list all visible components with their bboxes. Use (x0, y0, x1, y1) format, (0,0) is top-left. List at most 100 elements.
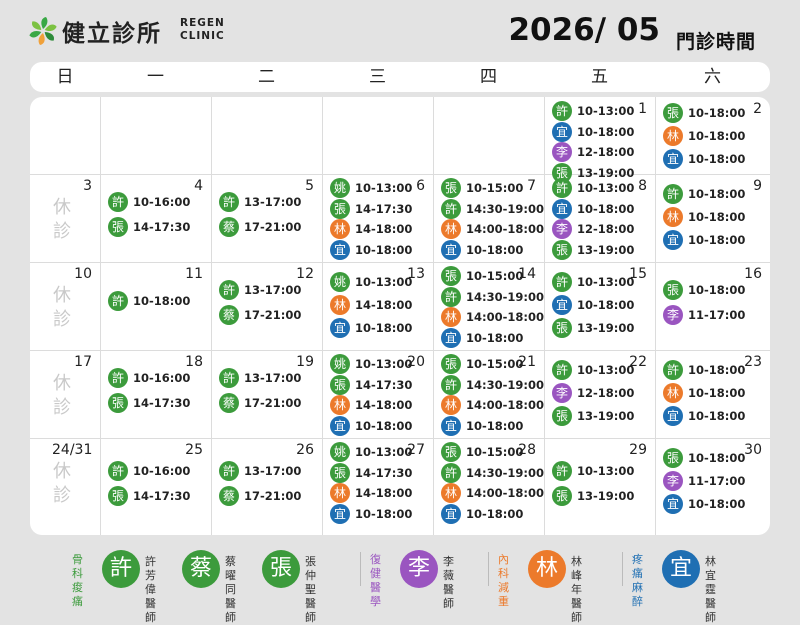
specialty-line: 復健 (370, 553, 381, 580)
grid-divider (30, 438, 770, 439)
clinic-hours: 14-17:30 (355, 377, 413, 392)
rest-label: 休診 (53, 197, 71, 242)
clinic-hours: 10-18:00 (688, 187, 746, 201)
day-number: 25 (185, 442, 203, 458)
doctor-badge: 宜 (330, 503, 350, 524)
day-number: 3 (83, 178, 92, 194)
clinic-hours: 10-15:00 (466, 445, 524, 459)
clinic-hours: 14-17:30 (133, 220, 191, 234)
clinic-logo-icon (29, 17, 57, 45)
clinic-hours: 10-13:00 (577, 181, 635, 195)
clinic-hours: 14-18:00 (355, 486, 413, 500)
doctor-badge-large: 李 (400, 550, 438, 588)
doctor-badge: 林 (441, 395, 461, 415)
clinic-hours: 11-17:00 (688, 474, 746, 488)
doctor-fullname: 許芳偉 (145, 555, 156, 596)
doctor-badge: 許 (219, 280, 239, 300)
doctor-badge: 宜 (663, 494, 683, 514)
doctor-badge: 許 (441, 198, 461, 219)
schedule-title: 門診時間 (676, 31, 757, 53)
clinic-hours: 10-13:00 (355, 181, 413, 195)
clinic-hours: 14:30-19:00 (466, 377, 544, 392)
grid-divider (30, 174, 770, 175)
doctor-badge: 許 (219, 368, 239, 388)
doctor-badge: 宜 (330, 239, 350, 260)
doctor-badge: 宜 (663, 149, 683, 169)
clinic-hours: 10-18:00 (577, 298, 635, 312)
doctor-name: 林宜霆 醫師 (705, 555, 716, 625)
doctor-badge-large: 宜 (662, 550, 700, 588)
doctor-badge: 張 (108, 393, 128, 413)
day-number: 29 (629, 442, 647, 458)
doctor-badge: 張 (663, 280, 683, 300)
doctor-badge: 蔡 (219, 485, 239, 506)
doctor-badge: 張 (552, 406, 572, 426)
doctor-badge-large: 張 (262, 550, 300, 588)
clinic-english-line2: CLINIC (180, 30, 225, 42)
doctor-title: 醫師 (705, 597, 716, 624)
clinic-english-line1: REGEN (180, 17, 225, 29)
weekday-label: 日 (56, 67, 74, 87)
grid-divider (100, 97, 101, 535)
doctor-title: 醫師 (145, 597, 156, 624)
doctor-name: 蔡曜同 醫師 (225, 555, 236, 625)
clinic-hours: 10-16:00 (133, 463, 191, 478)
doctor-badge: 宜 (663, 406, 683, 426)
legend-divider (360, 552, 361, 586)
clinic-hours: 10-18:00 (688, 106, 746, 120)
doctor-title: 醫師 (443, 583, 454, 610)
doctor-badge: 張 (441, 266, 461, 286)
grid-divider (655, 97, 656, 535)
specialty-label: 內科 減重 (498, 553, 509, 609)
clinic-hours: 14-17:30 (355, 201, 413, 216)
doctor-badge: 許 (663, 184, 683, 204)
grid-divider (544, 97, 545, 535)
clinic-hours: 14:00-18:00 (466, 486, 544, 500)
clinic-hours: 10-18:00 (355, 506, 413, 521)
clinic-english-name: REGEN CLINIC (180, 17, 225, 43)
clinic-hours: 10-13:00 (355, 275, 413, 289)
day-number: 11 (185, 266, 203, 282)
doctor-badge: 姚 (330, 272, 350, 292)
clinic-hours: 13-17:00 (244, 463, 302, 478)
doctor-badge: 張 (663, 103, 683, 123)
doctor-badge: 宜 (441, 239, 461, 260)
clinic-hours: 14-18:00 (355, 398, 413, 412)
clinic-hours: 14-17:30 (355, 465, 413, 480)
clinic-hours: 10-16:00 (133, 371, 191, 385)
doctor-badge: 宜 (441, 327, 461, 348)
clinic-hours: 14-18:00 (355, 222, 413, 236)
year-month: 2026/ 05 (508, 12, 660, 48)
clinic-hours: 10-18:00 (688, 233, 746, 247)
clinic-hours: 10-15:00 (466, 181, 524, 195)
doctor-badge: 許 (219, 192, 239, 212)
clinic-hours: 10-18:00 (133, 294, 191, 308)
grid-divider (30, 350, 770, 351)
clinic-hours: 10-13:00 (577, 275, 635, 289)
specialty-line: 骨科 (72, 553, 83, 580)
doctor-badge: 李 (552, 142, 572, 162)
specialty-line: 內科 (498, 553, 509, 580)
doctor-badge-large: 蔡 (182, 550, 220, 588)
clinic-hours: 10-13:00 (355, 445, 413, 459)
weekday-header: 日一二三四五六 (30, 62, 770, 92)
doctor-badge: 許 (552, 460, 572, 481)
doctor-badge: 許 (441, 286, 461, 307)
clinic-hours: 13-19:00 (577, 488, 635, 503)
clinic-hours: 10-13:00 (355, 357, 413, 371)
weekday-label: 六 (704, 67, 721, 87)
doctor-badge: 張 (441, 442, 461, 462)
doctor-badge: 姚 (330, 354, 350, 374)
doctor-badge: 宜 (552, 121, 572, 142)
clinic-hours: 13-19:00 (577, 321, 635, 335)
clinic-hours: 11-17:00 (688, 308, 746, 322)
doctor-badge: 蔡 (219, 393, 239, 413)
clinic-hours: 14:30-19:00 (466, 465, 544, 480)
clinic-hours: 10-18:00 (688, 386, 746, 400)
doctor-badge: 許 (552, 101, 572, 121)
clinic-hours: 10-18:00 (688, 210, 746, 224)
clinic-hours: 17-21:00 (244, 308, 302, 322)
doctor-badge: 宜 (441, 415, 461, 436)
doctor-badge: 宜 (663, 230, 683, 250)
clinic-hours: 10-18:00 (688, 283, 746, 297)
